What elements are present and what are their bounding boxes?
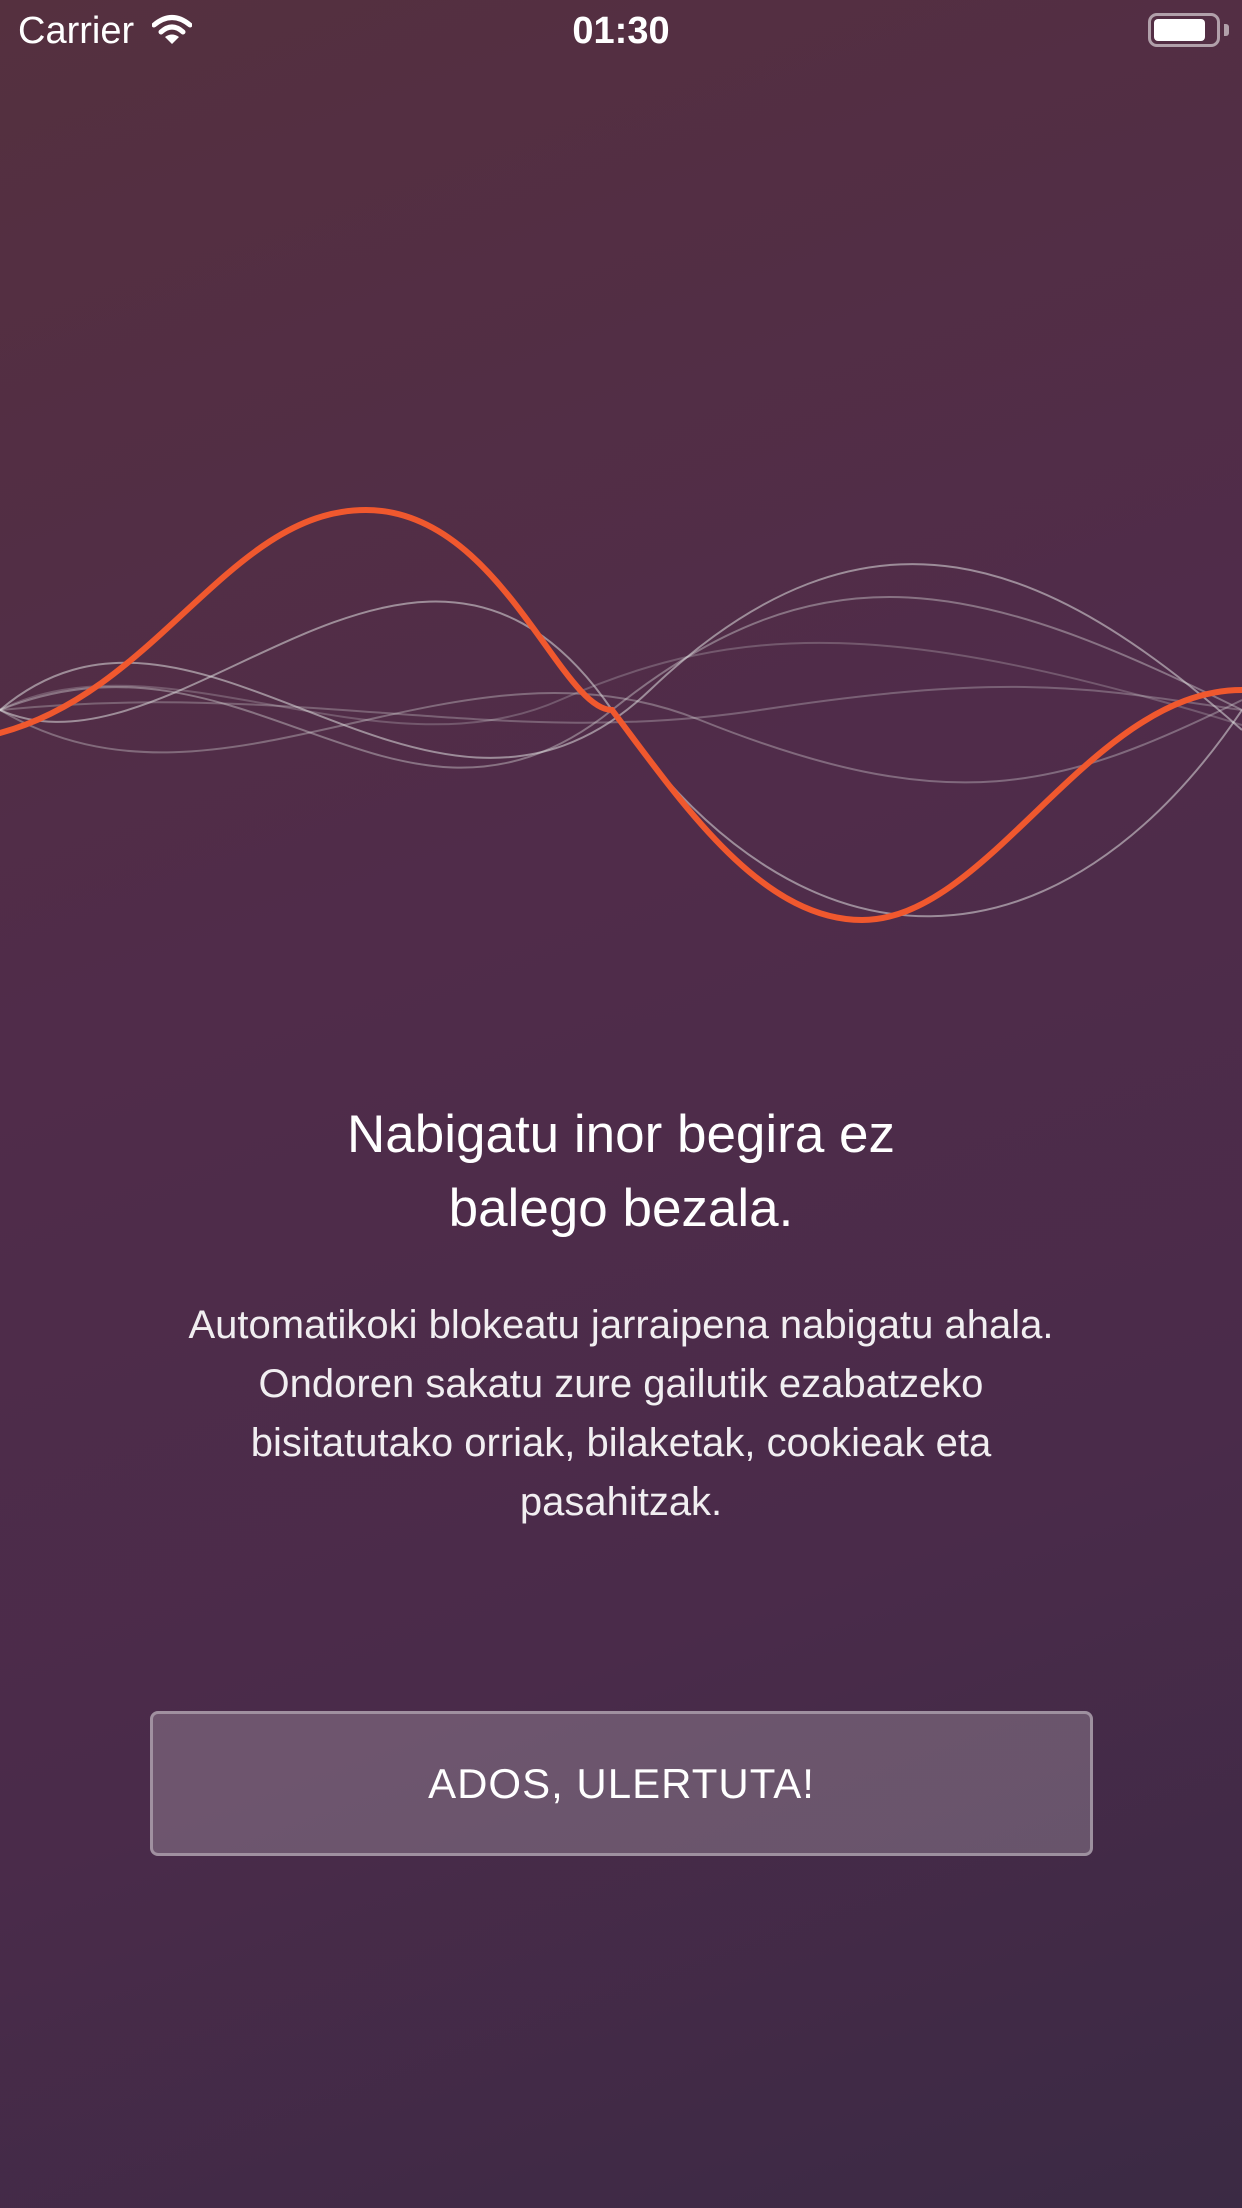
status-time: 01:30	[572, 10, 670, 52]
onboarding-description: Automatikoki blokeatu jarraipena nabigat…	[120, 1296, 1122, 1532]
battery-icon	[1148, 13, 1220, 47]
headline-line-1: Nabigatu inor begira ez	[346, 1105, 895, 1164]
headline-line-2: balego bezala.	[448, 1179, 794, 1238]
description-line-4: pasahitzak.	[519, 1480, 723, 1524]
ok-button-label: ADOS, ULERTUTA!	[428, 1759, 815, 1807]
wave-background-lines	[0, 563, 1242, 918]
description-line-3: bisitatutako orriak, bilaketak, cookieak…	[250, 1421, 992, 1465]
sound-wave-illustration	[0, 506, 1242, 924]
description-line-2: Ondoren sakatu zure gailutik ezabatzeko	[258, 1362, 984, 1406]
description-line-1: Automatikoki blokeatu jarraipena nabigat…	[188, 1303, 1054, 1347]
onboarding-headline: Nabigatu inor begira ez balego bezala.	[180, 1098, 1062, 1246]
battery-fill	[1154, 19, 1205, 41]
battery-cap	[1224, 24, 1229, 36]
ok-understood-button[interactable]: ADOS, ULERTUTA!	[150, 1711, 1093, 1856]
status-bar: Carrier 01:30	[0, 0, 1242, 62]
